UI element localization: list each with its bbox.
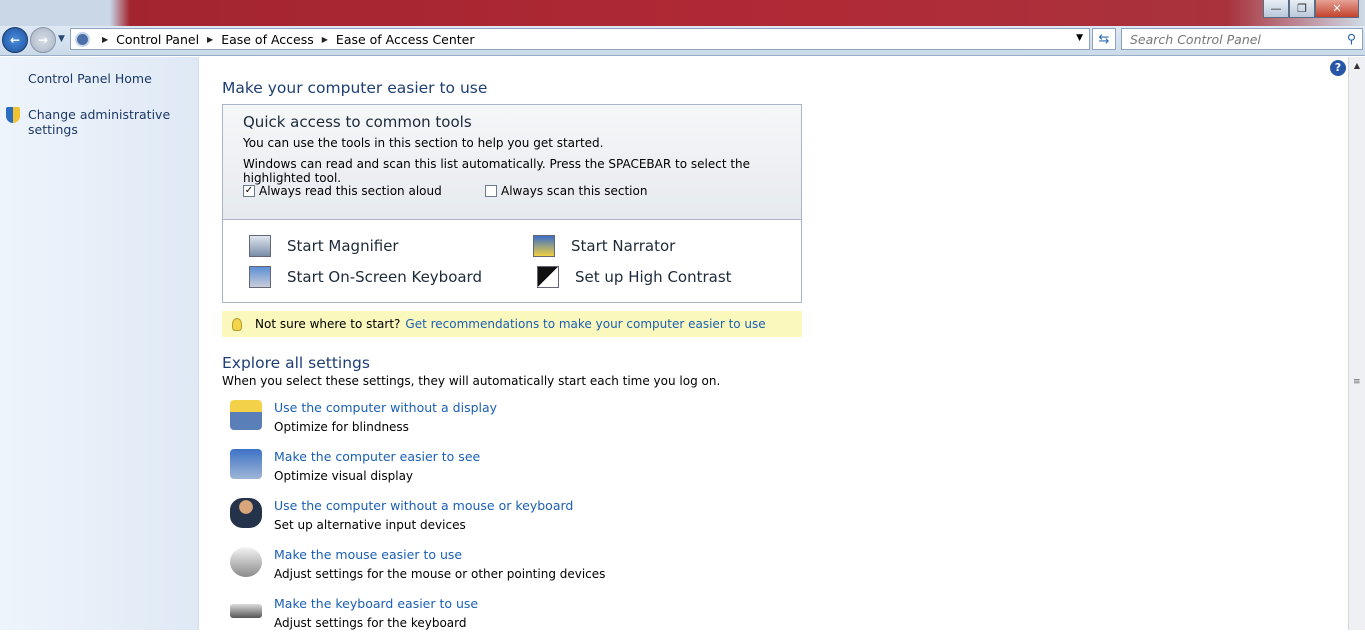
scan-checkbox[interactable]: Always scan this section xyxy=(485,184,647,198)
main-content: ? Make your computer easier to use Quick… xyxy=(200,57,1348,630)
close-button[interactable]: ✕ xyxy=(1315,0,1359,18)
setting-item: Use the computer without a display Optimi… xyxy=(230,400,830,440)
setting-link[interactable]: Use the computer without a display xyxy=(274,400,497,415)
setting-item: Use the computer without a mouse or keyb… xyxy=(230,498,830,538)
monitor-magnify-icon xyxy=(230,449,262,479)
back-button[interactable]: ← xyxy=(2,27,28,53)
quick-access-panel: Quick access to common tools You can use… xyxy=(222,104,802,303)
setting-desc: Adjust settings for the mouse or other p… xyxy=(274,567,606,581)
control-panel-icon xyxy=(75,31,90,47)
start-narrator-button[interactable]: Start Narrator xyxy=(533,235,675,257)
setting-item: Make the mouse easier to use Adjust setti… xyxy=(230,547,830,587)
setting-link[interactable]: Make the keyboard easier to use xyxy=(274,596,478,611)
shield-icon xyxy=(6,107,20,123)
forward-button[interactable]: → xyxy=(30,27,56,53)
setting-item: Make the keyboard easier to use Adjust se… xyxy=(230,596,830,636)
search-input[interactable]: Search Control Panel ⚲ xyxy=(1121,28,1363,50)
sidebar-item-control-panel-home[interactable]: Control Panel Home xyxy=(28,71,152,86)
setting-item: Make the computer easier to see Optimize … xyxy=(230,449,830,489)
read-aloud-checkbox[interactable]: ✓ Always read this section aloud xyxy=(243,184,442,198)
setting-desc: Optimize visual display xyxy=(274,469,414,483)
address-bar: ← → ▼ ▶ Control Panel ▶ Ease of Access ▶ Ea… xyxy=(0,26,1365,56)
page-title: Make your computer easier to use xyxy=(222,79,488,97)
recommendations-link[interactable]: Get recommendations to make your compute… xyxy=(405,317,765,331)
scroll-thumb[interactable]: ≡ xyxy=(1353,377,1361,387)
maximize-button[interactable]: ❐ xyxy=(1289,0,1315,18)
start-magnifier-button[interactable]: Start Magnifier xyxy=(249,235,399,257)
narrator-icon xyxy=(533,235,555,257)
setting-desc: Adjust settings for the keyboard xyxy=(274,616,467,630)
person-icon xyxy=(230,498,262,528)
mouse-icon xyxy=(230,547,262,577)
setting-desc: Set up alternative input devices xyxy=(274,518,466,532)
quick-access-text: You can use the tools in this section to… xyxy=(243,136,604,150)
tip-text: Not sure where to start? xyxy=(255,317,401,331)
magnifier-icon xyxy=(249,235,271,257)
vertical-scrollbar[interactable]: ▲ ≡ xyxy=(1348,57,1365,630)
setting-link[interactable]: Make the computer easier to see xyxy=(274,449,480,464)
title-bar: — ❐ ✕ xyxy=(0,0,1365,26)
minimize-button[interactable]: — xyxy=(1263,0,1289,18)
explore-subtitle: When you select these settings, they wil… xyxy=(222,374,721,388)
start-osk-button[interactable]: Start On-Screen Keyboard xyxy=(249,266,482,288)
setting-desc: Optimize for blindness xyxy=(274,420,409,434)
recent-pages-dropdown[interactable]: ▼ xyxy=(58,34,65,44)
refresh-button[interactable]: ⇆ xyxy=(1092,28,1116,50)
chevron-down-icon[interactable]: ▼ xyxy=(1076,33,1083,43)
crumb-ease-of-access[interactable]: Ease of Access xyxy=(221,32,314,47)
explore-title: Explore all settings xyxy=(222,354,370,372)
recommendation-tip: Not sure where to start? Get recommendat… xyxy=(222,311,802,337)
crumb-ease-of-access-center[interactable]: Ease of Access Center xyxy=(336,32,475,47)
keyboard-icon xyxy=(230,604,262,618)
setting-link[interactable]: Make the mouse easier to use xyxy=(274,547,462,562)
search-icon[interactable]: ⚲ xyxy=(1347,31,1356,46)
scroll-up-button[interactable]: ▲ xyxy=(1349,57,1365,74)
setting-link[interactable]: Use the computer without a mouse or keyb… xyxy=(274,498,573,513)
help-icon[interactable]: ? xyxy=(1330,60,1346,76)
breadcrumb[interactable]: ▶ Control Panel ▶ Ease of Access ▶ Ease of … xyxy=(70,28,1090,50)
high-contrast-button[interactable]: Set up High Contrast xyxy=(537,266,732,288)
crumb-control-panel[interactable]: Control Panel xyxy=(116,32,199,47)
sidebar: Control Panel Home Change administrative… xyxy=(0,57,199,630)
keyboard-icon xyxy=(249,266,271,288)
quick-access-title: Quick access to common tools xyxy=(243,113,472,131)
sidebar-item-change-admin-settings[interactable]: Change administrative settings xyxy=(28,107,198,137)
lightbulb-icon xyxy=(232,317,242,331)
monitor-speech-icon xyxy=(230,400,262,430)
high-contrast-icon xyxy=(537,266,559,288)
quick-access-text: Windows can read and scan this list auto… xyxy=(243,157,751,185)
